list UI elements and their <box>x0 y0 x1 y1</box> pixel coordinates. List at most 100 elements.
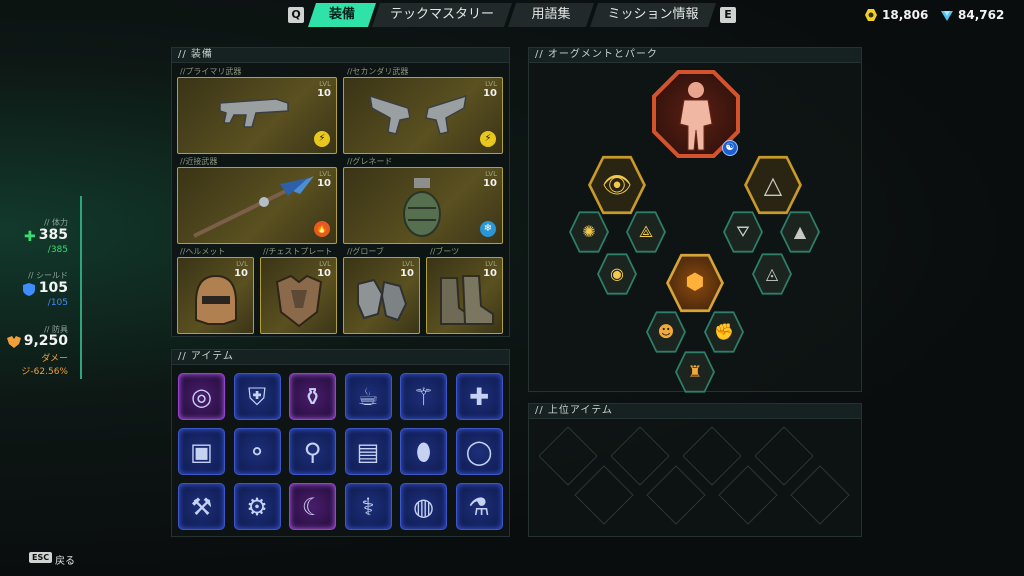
bottle-icon: ⚗ <box>468 493 490 521</box>
lvl-label: LVL <box>485 80 497 88</box>
item-slot[interactable]: ⬮ <box>400 428 447 475</box>
health-plus-icon: ✚ <box>24 229 36 245</box>
turret-icon: ⛛ <box>736 222 750 241</box>
coffee-cup-icon: ☕ <box>357 383 379 411</box>
item-slot[interactable]: ⚱ <box>289 373 336 420</box>
ring-band-icon: ◯ <box>465 438 493 466</box>
wand-icon: ⚚ <box>412 383 435 411</box>
esc-key-hint[interactable]: ESC <box>29 552 53 563</box>
chest-icon: ▣ <box>190 438 213 466</box>
item-slot[interactable]: ⚙ <box>233 483 281 530</box>
chestplate-icon <box>275 274 323 328</box>
boots-icon <box>440 275 494 325</box>
slot-label-secondary: //セカンダリ武器 <box>347 67 409 76</box>
lvl-label: LVL <box>319 260 331 268</box>
perk-core-inner: ⬢ <box>669 256 721 310</box>
lightning-icon: ⚡ <box>314 131 330 147</box>
health-max: /385 <box>47 245 68 255</box>
item-slot[interactable]: ◯ <box>455 428 503 475</box>
spear-icon <box>193 176 314 238</box>
pyramid-icon: ▲ <box>793 222 807 241</box>
chestplate-slot[interactable]: LVL 10 <box>260 257 337 334</box>
item-slot[interactable]: ▤ <box>344 428 392 475</box>
item-slot[interactable]: ◎ <box>178 373 225 420</box>
fist-icon: ✊ <box>714 322 734 341</box>
item-slot[interactable]: ☾ <box>289 483 336 530</box>
melee-weapon-slot[interactable]: LVL 10 🔥 <box>177 167 337 244</box>
device-icon: ⚙ <box>246 493 268 521</box>
slot-label-gloves: //グローブ <box>347 247 384 256</box>
item-slot[interactable]: ☕ <box>344 373 392 420</box>
bracelet-icon: ◎ <box>191 383 212 411</box>
armor-icon <box>7 336 21 348</box>
core-icon: ⬢ <box>685 270 705 295</box>
item-slot[interactable]: ⚗ <box>455 483 503 530</box>
brass-knuckles-icon: ⚬ <box>246 438 268 466</box>
lvl-label: LVL <box>319 170 331 178</box>
gold-hex-icon <box>865 9 877 21</box>
battery-icon: ▤ <box>356 438 380 466</box>
e-key-hint[interactable]: E <box>720 7 736 23</box>
perk-triangle-inner: △ <box>747 158 799 212</box>
tab-mission-info[interactable]: ミッション情報 <box>590 3 716 27</box>
lvl-label: LVL <box>402 260 414 268</box>
eye-icon: 👁 <box>601 171 633 199</box>
spark-plug-icon: ⚲ <box>303 438 322 466</box>
shield-max: /105 <box>47 298 68 308</box>
back-label[interactable]: 戻る <box>55 552 75 567</box>
secondary-level: 10 <box>483 88 497 99</box>
helmet-slot[interactable]: LVL 10 <box>177 257 254 334</box>
grenade-slot[interactable]: LVL 10 ❄ <box>343 167 503 244</box>
primary-weapon-slot[interactable]: LVL 10 ⚡ <box>177 77 337 154</box>
equipment-title: // 装備 <box>172 48 509 63</box>
jar-icon: ⬮ <box>415 438 432 466</box>
lightning-icon: ⚡ <box>480 131 496 147</box>
boots-slot[interactable]: LVL 10 <box>426 257 503 334</box>
slot-label-chest: //チェストプレート <box>263 247 333 256</box>
stats-divider <box>80 196 82 379</box>
slot-label-boots: //ブーツ <box>430 247 460 256</box>
lvl-label: LVL <box>485 260 497 268</box>
item-slot[interactable]: ⚒ <box>178 483 225 530</box>
item-slot[interactable]: ⛨ <box>233 373 281 420</box>
shield-icon <box>23 283 35 296</box>
q-key-hint[interactable]: Q <box>288 7 304 23</box>
canister-icon: ⚱ <box>302 383 323 411</box>
disc-icon: ◍ <box>413 493 434 521</box>
item-slot[interactable]: ⚚ <box>400 373 447 420</box>
secondary-weapon-slot[interactable]: LVL 10 ⚡ <box>343 77 503 154</box>
item-slot[interactable]: ⚬ <box>233 428 281 475</box>
gem-amount: 84,762 <box>958 8 1005 22</box>
gem-icon <box>941 11 953 21</box>
head-icon: ☻ <box>657 322 675 341</box>
tab-tech-mastery[interactable]: テックマスタリー <box>372 3 512 27</box>
slot-label-melee: //近接武器 <box>180 157 218 166</box>
item-slot[interactable]: ✚ <box>455 373 503 420</box>
perk-eye-inner: 👁 <box>591 158 643 212</box>
item-slot[interactable]: ◍ <box>400 483 447 530</box>
shield-value: 105 <box>38 280 68 296</box>
tab-equipment[interactable]: 装備 <box>308 3 376 27</box>
grenade-level: 10 <box>483 178 497 189</box>
health-value: 385 <box>38 227 68 243</box>
item-slot[interactable]: ⚕ <box>344 483 392 530</box>
cycle-icon: ◬ <box>765 264 779 283</box>
medkit-bag-icon: ✚ <box>468 383 490 411</box>
defense-reduction-line1: ダメー <box>41 354 68 364</box>
lvl-label: LVL <box>485 170 497 178</box>
coin-icon: ◉ <box>610 264 624 283</box>
helmet-icon <box>195 274 237 325</box>
frost-icon: ❄ <box>480 221 496 237</box>
lvl-label: LVL <box>236 260 248 268</box>
gloves-slot[interactable]: LVL 10 <box>343 257 420 334</box>
gloves-icon <box>357 278 408 322</box>
robot-figure-icon <box>679 82 713 151</box>
item-slot[interactable]: ⚲ <box>289 428 336 475</box>
gold-amount: 18,806 <box>882 8 929 22</box>
item-slot[interactable]: ▣ <box>178 428 225 475</box>
tab-glossary[interactable]: 用語集 <box>508 3 594 27</box>
augments-title: // オーグメントとパーク <box>529 48 861 63</box>
yin-yang-icon: ☯ <box>722 140 738 156</box>
magazine-icon: ☾ <box>301 493 324 521</box>
items-title: // アイテム <box>172 350 509 365</box>
